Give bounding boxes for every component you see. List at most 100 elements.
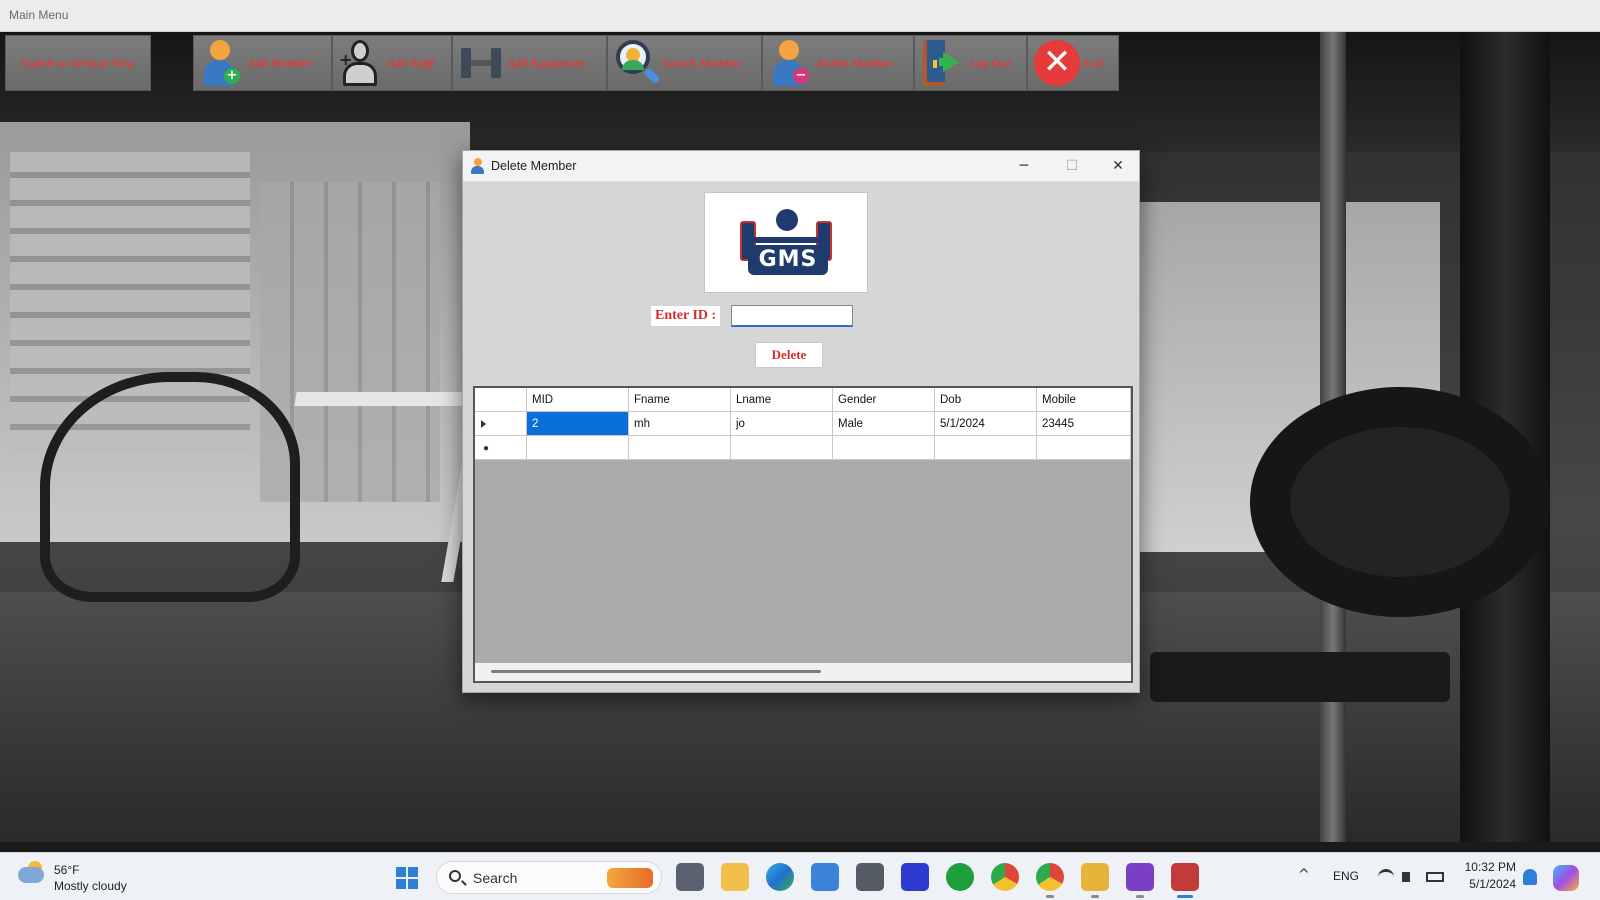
- cell-gender[interactable]: Male: [833, 412, 935, 436]
- taskbar-search-box[interactable]: Search: [436, 861, 662, 894]
- delete-member-dialog: Delete Member ─ ☐ ✕ GMS Enter ID : Delet…: [462, 150, 1140, 693]
- visual-studio-code-icon[interactable]: [901, 863, 929, 891]
- search-member-label: Search Member: [662, 55, 741, 70]
- member-id-input[interactable]: [731, 305, 853, 327]
- gym-app-taskbar-icon[interactable]: [1171, 863, 1199, 898]
- visual-studio-icon[interactable]: [1126, 863, 1154, 898]
- xbox-icon[interactable]: [946, 863, 974, 891]
- dumbbell-icon: [457, 38, 501, 88]
- row-header[interactable]: [475, 412, 527, 436]
- current-row-arrow-icon: [481, 420, 486, 428]
- delete-member-icon: −: [767, 38, 811, 88]
- new-cell-gender[interactable]: [833, 436, 935, 460]
- weather-temperature: 56°F: [54, 863, 80, 877]
- clock-time: 10:32 PM: [1464, 860, 1516, 874]
- new-row-star-icon: ●: [483, 443, 490, 454]
- exit-x-icon: ✕: [1032, 38, 1080, 88]
- add-equipment-label: Add Equipment: [507, 55, 585, 70]
- bench: [1150, 652, 1450, 702]
- search-member-button[interactable]: Search Member: [607, 35, 762, 91]
- cell-dob[interactable]: 5/1/2024: [935, 412, 1037, 436]
- add-staff-icon: +: [337, 38, 381, 88]
- new-row[interactable]: ●: [475, 436, 1131, 460]
- new-cell-lname[interactable]: [731, 436, 833, 460]
- taskbar-clock[interactable]: 10:32 PM 5/1/2024: [1460, 859, 1516, 893]
- clock-date: 5/1/2024: [1469, 877, 1516, 891]
- column-header-mobile[interactable]: Mobile: [1037, 388, 1131, 412]
- gms-logo-box: GMS: [704, 192, 868, 293]
- new-cell-fname[interactable]: [629, 436, 731, 460]
- delete-member-label: Delete Member: [817, 55, 893, 70]
- search-member-icon: [612, 38, 661, 88]
- log-out-button[interactable]: Log Out: [914, 35, 1027, 91]
- switch-vertical-view-label: Switch to Vertical View: [21, 55, 135, 70]
- horizontal-scrollbar[interactable]: [475, 663, 1131, 681]
- windows-taskbar: 56°F Mostly cloudy Search ^ ENG 10:32 PM…: [0, 852, 1600, 900]
- minimize-button[interactable]: ─: [1001, 151, 1047, 182]
- scrollbar-thumb[interactable]: [491, 670, 821, 673]
- main-window-title: Main Menu: [9, 8, 69, 22]
- task-view-icon[interactable]: [676, 863, 704, 891]
- chrome-profile-icon[interactable]: [1036, 863, 1064, 898]
- volume-icon[interactable]: [1402, 872, 1410, 882]
- new-row-header[interactable]: ●: [475, 436, 527, 460]
- unity-hub-icon[interactable]: [856, 863, 884, 891]
- search-highlight-icon: [607, 868, 653, 888]
- enter-id-label: Enter ID :: [651, 306, 721, 326]
- delete-button[interactable]: Delete: [755, 342, 823, 368]
- logout-door-icon: [919, 38, 963, 88]
- new-cell-mobile[interactable]: [1037, 436, 1131, 460]
- add-member-button[interactable]: + Add Member: [193, 35, 332, 91]
- weight-plate: [1250, 387, 1550, 617]
- cell-mid[interactable]: 2: [527, 412, 629, 436]
- members-data-grid[interactable]: MID Fname Lname Gender Dob Mobile 2 mh j…: [473, 386, 1133, 683]
- wifi-icon[interactable]: [1378, 869, 1394, 885]
- column-header-gender[interactable]: Gender: [833, 388, 935, 412]
- edge-browser-icon[interactable]: [766, 863, 794, 891]
- add-member-label: Add Member: [248, 55, 313, 70]
- column-header-fname[interactable]: Fname: [629, 388, 731, 412]
- dialog-title: Delete Member: [491, 159, 577, 173]
- microsoft-store-icon[interactable]: [811, 863, 839, 891]
- gms-logo-icon: GMS: [740, 205, 836, 279]
- grid-corner-cell[interactable]: [475, 388, 527, 412]
- add-staff-button[interactable]: + Add Staff: [332, 35, 452, 91]
- elliptical-machine: [40, 372, 300, 602]
- add-member-icon: +: [198, 38, 242, 88]
- close-button[interactable]: ✕: [1095, 151, 1141, 182]
- dialog-titlebar[interactable]: Delete Member ─ ☐ ✕: [463, 151, 1139, 182]
- grid-header-row: MID Fname Lname Gender Dob Mobile: [475, 388, 1131, 412]
- exit-label: Exit: [1082, 55, 1103, 70]
- delete-member-window-icon: [471, 158, 485, 174]
- battery-icon[interactable]: [1426, 872, 1444, 882]
- maximize-button[interactable]: ☐: [1049, 151, 1095, 182]
- cell-lname[interactable]: jo: [731, 412, 833, 436]
- file-explorer-icon[interactable]: [721, 863, 749, 891]
- treadmill: [263, 392, 487, 582]
- column-header-mid[interactable]: MID: [527, 388, 629, 412]
- add-staff-label: Add Staff: [387, 55, 434, 70]
- new-cell-mid[interactable]: [527, 436, 629, 460]
- new-cell-dob[interactable]: [935, 436, 1037, 460]
- notifications-bell-icon[interactable]: [1523, 869, 1537, 885]
- main-window-titlebar: Main Menu: [0, 0, 1600, 32]
- cell-mobile[interactable]: 23445: [1037, 412, 1131, 436]
- add-equipment-button[interactable]: Add Equipment: [452, 35, 607, 91]
- snipping-tool-icon[interactable]: [1081, 863, 1109, 898]
- switch-vertical-view-button[interactable]: Switch to Vertical View: [5, 35, 151, 91]
- column-header-dob[interactable]: Dob: [935, 388, 1037, 412]
- windows-start-icon[interactable]: [396, 867, 418, 889]
- logo-text: GMS: [748, 245, 828, 275]
- weather-widget[interactable]: 56°F Mostly cloudy: [16, 861, 146, 895]
- input-language-indicator[interactable]: ENG: [1333, 869, 1359, 883]
- exit-button[interactable]: ✕ Exit: [1027, 35, 1119, 91]
- column-header-lname[interactable]: Lname: [731, 388, 833, 412]
- weather-description: Mostly cloudy: [54, 879, 127, 893]
- chrome-icon[interactable]: [991, 863, 1019, 891]
- table-row[interactable]: 2 mh jo Male 5/1/2024 23445: [475, 412, 1131, 436]
- delete-member-button[interactable]: − Delete Member: [762, 35, 914, 91]
- show-hidden-icons-chevron-icon[interactable]: ^: [1298, 867, 1310, 883]
- cell-fname[interactable]: mh: [629, 412, 731, 436]
- log-out-label: Log Out: [969, 55, 1011, 70]
- copilot-icon[interactable]: [1553, 865, 1579, 891]
